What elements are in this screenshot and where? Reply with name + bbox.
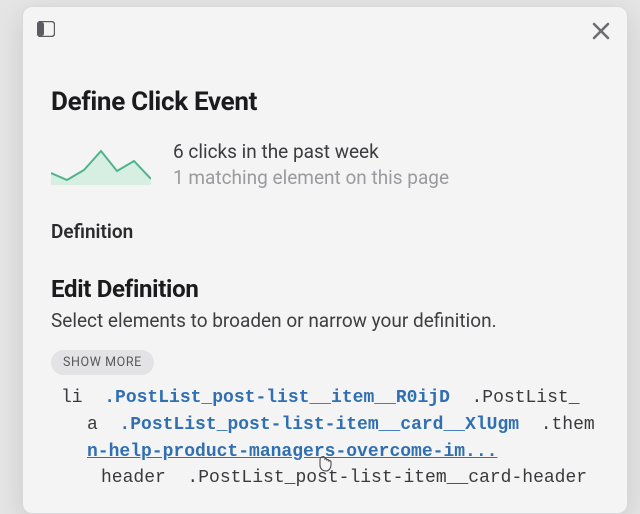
selector-row[interactable]: a .PostList_post-list-item__card__XlUgm … <box>61 412 599 439</box>
stats-row: 6 clicks in the past week 1 matching ele… <box>51 139 599 190</box>
page-title: Define Click Event <box>51 87 599 117</box>
edit-definition-desc: Select elements to broaden or narrow you… <box>51 309 599 332</box>
selector-tag: header <box>101 468 166 488</box>
define-event-panel: Define Click Event 6 clicks in the past … <box>22 6 628 514</box>
stats-text: 6 clicks in the past week 1 matching ele… <box>173 139 449 190</box>
matching-elements: 1 matching element on this page <box>173 165 449 191</box>
panel-content: Define Click Event 6 clicks in the past … <box>23 87 627 492</box>
selector-tag: a <box>87 415 98 435</box>
panel-topbar <box>23 7 627 51</box>
clicks-count: 6 clicks in the past week <box>173 139 449 165</box>
show-more-button[interactable]: SHOW MORE <box>51 350 154 375</box>
section-definition: Definition <box>51 220 599 243</box>
selector-tag: li <box>61 388 83 408</box>
selector-class: .PostList_post-list-item__card__XlUgm <box>119 415 519 435</box>
edit-definition-title: Edit Definition <box>51 275 599 303</box>
selector-class-tail: .them <box>541 415 595 435</box>
sidebar-toggle-icon[interactable] <box>37 21 55 37</box>
selector-url: n-help-product-managers-overcome-im... <box>87 442 497 462</box>
selector-row[interactable]: header .PostList_post-list-item__card-he… <box>61 465 599 492</box>
close-icon[interactable] <box>591 21 611 41</box>
selector-tree: li .PostList_post-list__item__R0ijD .Pos… <box>51 385 599 492</box>
selector-row-link[interactable]: n-help-product-managers-overcome-im... <box>61 439 599 466</box>
selector-class-tail: .PostList_ <box>471 388 579 408</box>
selector-class-tail: .PostList_post-list-item__card-header <box>187 468 587 488</box>
selector-row[interactable]: li .PostList_post-list__item__R0ijD .Pos… <box>61 385 599 412</box>
selector-class: .PostList_post-list__item__R0ijD <box>104 388 450 408</box>
sparkline-chart <box>51 145 151 185</box>
